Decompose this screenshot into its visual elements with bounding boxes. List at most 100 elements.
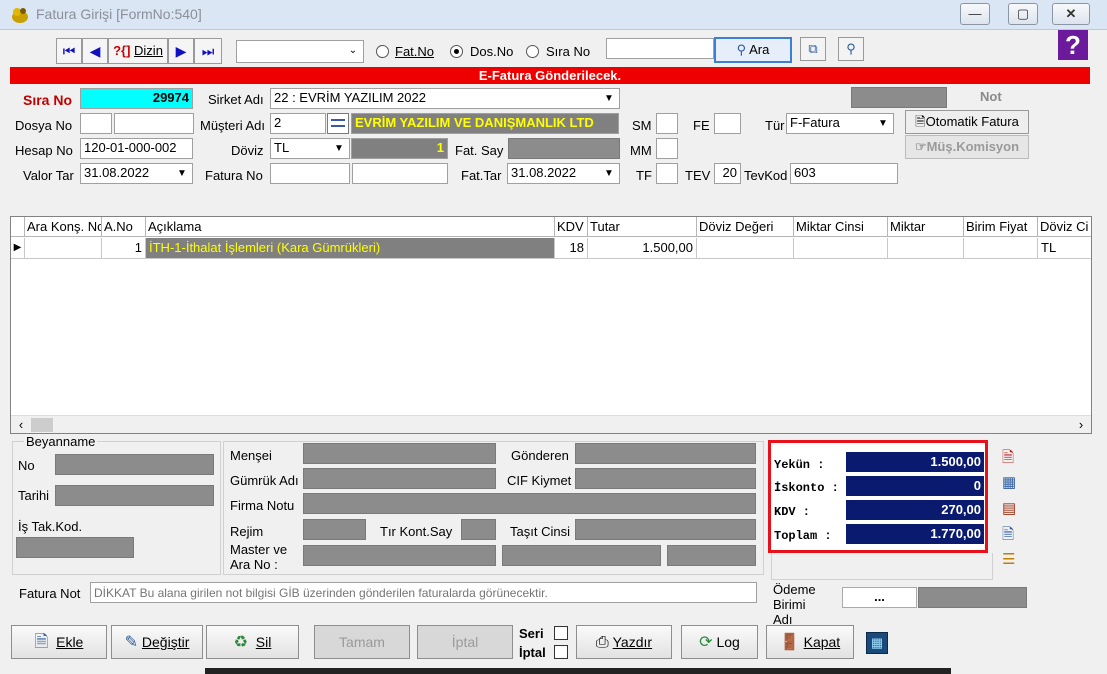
tir-kont-field xyxy=(461,519,496,540)
add-document-icon[interactable]: 🗎 xyxy=(1002,447,1014,472)
valor-tar-picker[interactable]: 31.08.2022 ▼ xyxy=(80,163,193,184)
fatura-no-field-2[interactable] xyxy=(352,163,448,184)
cell-doviz[interactable]: TL xyxy=(1038,238,1091,259)
search-type-select[interactable]: ⌄ xyxy=(236,40,364,63)
doviz-select[interactable]: TL ▼ xyxy=(270,138,350,159)
cell-ara-kons[interactable] xyxy=(25,238,102,259)
tf-field[interactable] xyxy=(656,163,678,184)
master-label-line1: Master ve xyxy=(230,542,288,557)
sirket-adi-select[interactable]: 22 : EVRİM YAZILIM 2022 ▼ xyxy=(270,88,620,109)
radio-dosno[interactable] xyxy=(450,45,463,58)
musteri-kod-field[interactable]: 2 xyxy=(270,113,326,134)
dosya-no-field-2[interactable] xyxy=(114,113,194,134)
radio-fatno[interactable] xyxy=(376,45,389,58)
close-button[interactable]: ✕ xyxy=(1052,3,1090,25)
row-indicator-icon[interactable]: ▶ xyxy=(11,238,25,259)
exit-door-icon: 🚪 xyxy=(779,634,800,651)
invoice-lines-grid[interactable]: Ara Konş. No A.No Açıklama KDV Tutar Döv… xyxy=(10,216,1092,434)
master-field-2 xyxy=(502,545,661,566)
maximize-button[interactable]: ▢ xyxy=(1008,3,1038,25)
sm-field[interactable] xyxy=(656,113,678,134)
firma-notu-label: Firma Notu xyxy=(230,498,295,513)
is-tak-label: İş Tak.Kod. xyxy=(18,519,83,534)
doviz-value: TL xyxy=(274,140,290,155)
fatura-not-field[interactable] xyxy=(90,582,757,603)
col-header[interactable]: Miktar xyxy=(888,217,964,237)
cell-miktar-cinsi[interactable] xyxy=(794,238,888,259)
radio-sirano[interactable] xyxy=(526,45,539,58)
dosya-no-field-1[interactable] xyxy=(80,113,112,134)
cell-ano[interactable]: 1 xyxy=(102,238,146,259)
dizin-button[interactable]: ?{] Dizin xyxy=(108,38,168,64)
window-title: Fatura Girişi [FormNo:540] xyxy=(36,6,202,22)
odeme-label-line2: Birimi xyxy=(773,597,806,612)
mm-field[interactable] xyxy=(656,138,678,159)
minimize-button[interactable]: — xyxy=(960,3,990,25)
sira-no-field[interactable]: 29974 xyxy=(80,88,193,109)
report-icon[interactable]: ☰ xyxy=(1002,550,1015,568)
cell-birim-fiyat[interactable] xyxy=(964,238,1038,259)
horizontal-scrollbar[interactable]: ‹ › xyxy=(11,415,1091,433)
fat-tar-value: 31.08.2022 xyxy=(511,165,577,180)
fatura-no-label: Fatura No xyxy=(205,168,263,183)
col-header[interactable]: Ara Konş. No xyxy=(25,217,102,237)
tur-select[interactable]: F-Fatura ▼ xyxy=(786,113,894,134)
first-record-button[interactable]: ⏮ xyxy=(56,38,82,64)
preview-icon[interactable]: ⚲ xyxy=(838,37,864,61)
odeme-lookup-button[interactable]: ... xyxy=(842,587,917,608)
col-header[interactable]: A.No xyxy=(102,217,146,237)
rejim-label: Rejim xyxy=(230,524,264,539)
scroll-left-icon[interactable]: ‹ xyxy=(13,416,29,434)
print-preview-icon[interactable]: ▤ xyxy=(1002,499,1016,517)
iptal-checkbox[interactable] xyxy=(554,645,568,659)
fat-tar-picker[interactable]: 31.08.2022 ▼ xyxy=(507,163,620,184)
title-bar: Fatura Girişi [FormNo:540] — ▢ ✕ xyxy=(0,0,1107,30)
musteri-lookup-button[interactable] xyxy=(327,113,349,134)
select-icon[interactable]: ▦ xyxy=(1002,473,1016,491)
col-header[interactable]: Miktar Cinsi xyxy=(794,217,888,237)
cell-aciklama[interactable]: İTH-1-İthalat İşlemleri (Kara Gümrükleri… xyxy=(146,238,555,259)
otomatik-fatura-button[interactable]: 🗎Otomatik Fatura xyxy=(905,110,1029,134)
last-record-button[interactable]: ⏭ xyxy=(194,38,222,64)
tevkod-field[interactable]: 603 xyxy=(790,163,898,184)
col-header[interactable]: Tutar xyxy=(588,217,697,237)
tev-field[interactable]: 20 xyxy=(714,163,741,184)
calculator-icon[interactable]: ▦ xyxy=(866,632,888,654)
hesap-no-field[interactable]: 120-01-000-002 xyxy=(80,138,193,159)
ekle-button[interactable]: 🗎 Ekle xyxy=(11,625,107,659)
sil-button[interactable]: ♻ Sil xyxy=(206,625,299,659)
next-record-button[interactable]: ▶ xyxy=(168,38,194,64)
col-header[interactable]: Birim Fiyat xyxy=(964,217,1038,237)
fat-tar-label: Fat.Tar xyxy=(461,168,502,183)
help-icon[interactable]: ? xyxy=(1058,30,1088,60)
ara-button[interactable]: ⚲ Ara xyxy=(714,37,792,63)
col-header[interactable]: Açıklama xyxy=(146,217,555,237)
cell-tutar[interactable]: 1.500,00 xyxy=(588,238,697,259)
col-header[interactable]: KDV xyxy=(555,217,588,237)
tamam-button: Tamam xyxy=(314,625,410,659)
log-button[interactable]: ⟳ Log xyxy=(681,625,758,659)
document-list-icon[interactable]: 🗎 xyxy=(1002,524,1014,549)
fe-field[interactable] xyxy=(714,113,741,134)
rejim-field xyxy=(303,519,366,540)
col-header[interactable]: Döviz Ci xyxy=(1038,217,1091,237)
scroll-thumb[interactable] xyxy=(31,418,53,432)
copy-icon[interactable]: ⧉ xyxy=(800,37,826,61)
sirket-adi-label: Sirket Adı xyxy=(208,92,264,107)
cell-kdv[interactable]: 18 xyxy=(555,238,588,259)
kdv-label: KDV : xyxy=(774,505,811,519)
cell-doviz-degeri[interactable] xyxy=(697,238,794,259)
cell-miktar[interactable] xyxy=(888,238,964,259)
iptal-check-label: İptal xyxy=(519,645,546,660)
degistir-button[interactable]: ✎ Değiştir xyxy=(111,625,203,659)
prev-record-button[interactable]: ◀ xyxy=(82,38,108,64)
yazdir-button[interactable]: ⎙ Yazdır xyxy=(576,625,672,659)
scroll-right-icon[interactable]: › xyxy=(1073,416,1089,434)
col-header[interactable]: Döviz Değeri xyxy=(697,217,794,237)
grid-header-corner xyxy=(11,217,25,237)
odeme-birimi-field xyxy=(918,587,1027,608)
kapat-button[interactable]: 🚪 Kapat xyxy=(766,625,854,659)
fatura-no-field-1[interactable] xyxy=(270,163,350,184)
seri-checkbox[interactable] xyxy=(554,626,568,640)
search-input[interactable] xyxy=(606,38,714,59)
